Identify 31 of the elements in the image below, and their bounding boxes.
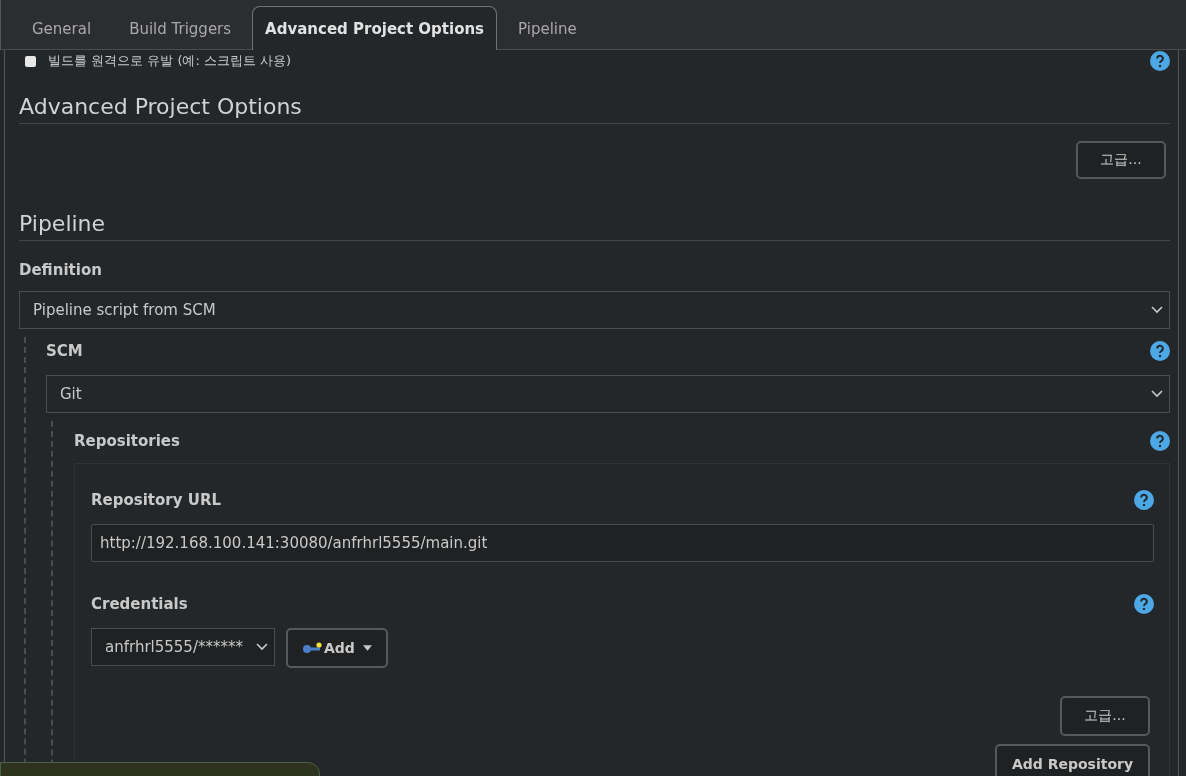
definition-select[interactable]: Pipeline script from SCM: [19, 291, 1170, 329]
field-label: SCM: [46, 342, 83, 360]
chevron-down-icon: [256, 643, 268, 651]
url-input-field[interactable]: http://192.168.100.141:30080/anfrhrl5555/main.git: [91, 524, 1154, 562]
chevron-down-icon: [1151, 390, 1163, 398]
advanced-button[interactable]: 고급...: [1060, 696, 1150, 736]
advanced-button[interactable]: 고급...: [1076, 141, 1166, 179]
scm-select[interactable]: Git: [46, 375, 1170, 413]
checkbox[interactable]: [25, 55, 36, 67]
field-label: Definition: [19, 261, 103, 279]
key-icon: [302, 642, 322, 654]
field-label: Credentials: [91, 595, 188, 613]
tab[interactable]: Build Triggers: [112, 6, 249, 50]
section-title: Advanced Project Options: [19, 94, 1170, 124]
add-repository-button[interactable]: Add Repository: [995, 744, 1150, 776]
tab[interactable]: Advanced Project Options: [252, 6, 498, 50]
chevron-down-icon: [1151, 306, 1163, 314]
checkbox-label: 빌드를 원격으로 유발 (예: 스크립트 사용): [48, 52, 293, 70]
help-icon[interactable]: [1134, 490, 1154, 510]
help-icon[interactable]: [1134, 594, 1154, 614]
tab[interactable]: Pipeline: [501, 6, 594, 50]
help-icon[interactable]: [1150, 341, 1170, 361]
caret-icon: [362, 645, 372, 651]
add-button[interactable]: Add: [286, 628, 388, 668]
credentials-select[interactable]: anfrhrl5555/******: [91, 628, 275, 666]
field-label: Repository URL: [91, 491, 221, 509]
help-icon[interactable]: [1150, 431, 1170, 451]
section-title: Pipeline: [19, 211, 1170, 241]
field-label: Repositories: [74, 432, 180, 450]
help-icon[interactable]: [1150, 51, 1170, 71]
tab[interactable]: General: [15, 6, 109, 50]
